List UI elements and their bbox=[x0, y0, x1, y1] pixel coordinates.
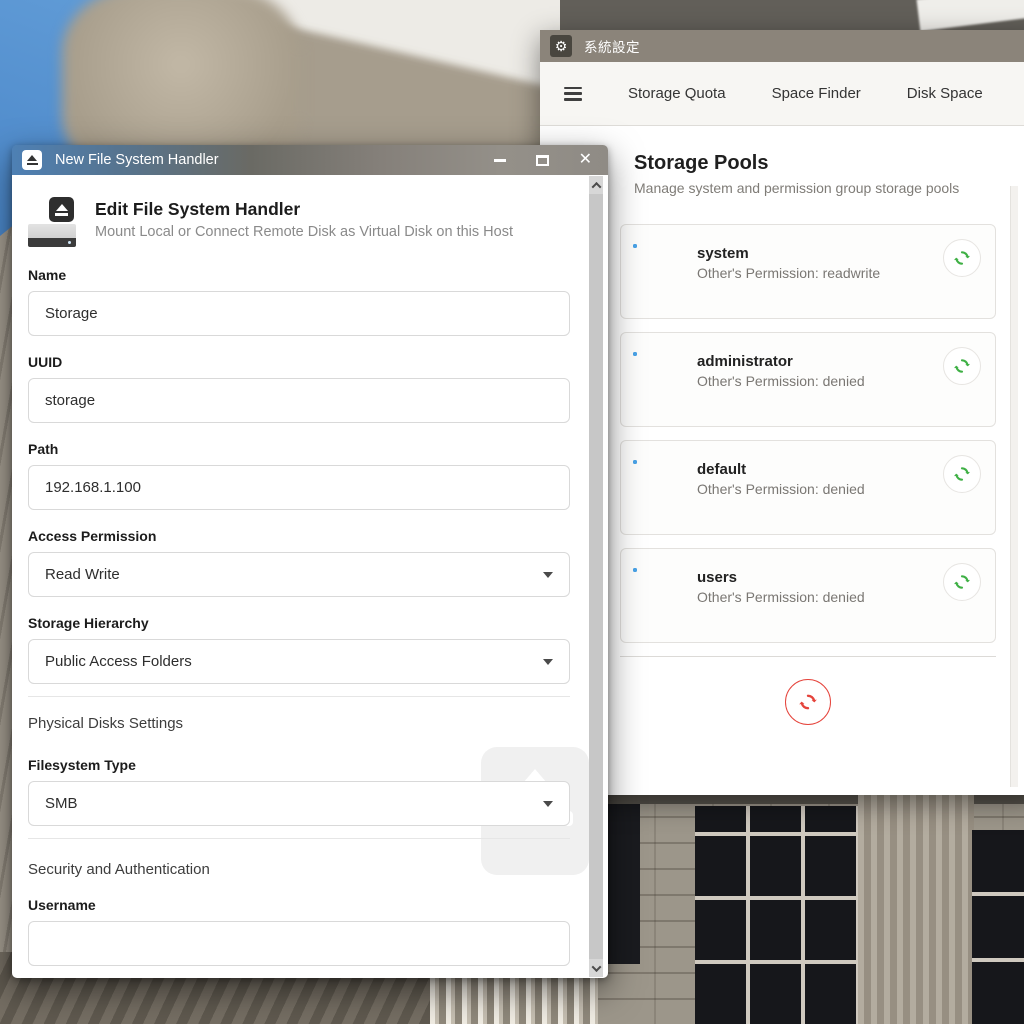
refresh-icon bbox=[797, 691, 819, 713]
name-input[interactable] bbox=[28, 291, 570, 336]
refresh-icon bbox=[952, 464, 972, 484]
pool-card-users[interactable]: users Other's Permission: denied bbox=[620, 548, 996, 643]
refresh-icon bbox=[952, 572, 972, 592]
pool-list: system Other's Permission: readwrite adm… bbox=[620, 224, 996, 725]
minimize-icon[interactable] bbox=[494, 159, 506, 162]
page-subtitle: Manage system and permission group stora… bbox=[634, 180, 1024, 196]
refresh-pool-button[interactable] bbox=[943, 455, 981, 493]
dialog-subheading: Mount Local or Connect Remote Disk as Vi… bbox=[95, 224, 513, 240]
settings-window-title: 系統設定 bbox=[584, 36, 640, 56]
section-divider bbox=[28, 696, 570, 697]
dialog-scrollbar[interactable] bbox=[589, 176, 603, 977]
pool-name: users bbox=[697, 569, 865, 586]
username-label: Username bbox=[28, 897, 570, 914]
dialog-body: Edit File System Handler Mount Local or … bbox=[12, 175, 608, 978]
background-window-grid bbox=[695, 806, 860, 1024]
chevron-down-icon bbox=[543, 801, 553, 807]
field-uuid: UUID bbox=[28, 354, 570, 423]
refresh-all-button[interactable] bbox=[785, 679, 831, 725]
section-divider bbox=[28, 838, 570, 839]
uuid-input[interactable] bbox=[28, 378, 570, 423]
refresh-pool-button[interactable] bbox=[943, 347, 981, 385]
scroll-down-icon[interactable] bbox=[589, 959, 603, 977]
background-window-narrow bbox=[972, 830, 1024, 1024]
path-label: Path bbox=[28, 441, 570, 458]
pool-card-administrator[interactable]: administrator Other's Permission: denied bbox=[620, 332, 996, 427]
pool-card-system[interactable]: system Other's Permission: readwrite bbox=[620, 224, 996, 319]
filesystem-type-value: SMB bbox=[45, 795, 78, 812]
settings-scrollbar[interactable] bbox=[1010, 186, 1018, 787]
storage-hierarchy-value: Public Access Folders bbox=[45, 653, 192, 670]
username-input[interactable] bbox=[28, 921, 570, 966]
settings-titlebar[interactable]: ⚙ 系統設定 bbox=[540, 30, 1024, 62]
pool-text: users Other's Permission: denied bbox=[697, 569, 865, 605]
refresh-icon bbox=[952, 248, 972, 268]
pool-permission: Other's Permission: denied bbox=[697, 373, 865, 389]
access-permission-select[interactable]: Read Write bbox=[28, 552, 570, 597]
pool-list-divider bbox=[620, 656, 996, 657]
dialog-heading: Edit File System Handler bbox=[95, 199, 513, 220]
name-label: Name bbox=[28, 267, 570, 284]
uuid-label: UUID bbox=[28, 354, 570, 371]
refresh-icon bbox=[952, 356, 972, 376]
desktop: ⚙ 系統設定 Storage Quota Space Finder Disk S… bbox=[0, 0, 1024, 1024]
field-path: Path bbox=[28, 441, 570, 510]
gear-icon: ⚙ bbox=[550, 35, 572, 57]
chevron-down-icon bbox=[543, 659, 553, 665]
pool-name: administrator bbox=[697, 353, 865, 370]
pool-text: system Other's Permission: readwrite bbox=[697, 245, 880, 281]
path-input[interactable] bbox=[28, 465, 570, 510]
file-system-handler-dialog: New File System Handler ✕ Edit File Syst… bbox=[12, 145, 608, 978]
page-title: Storage Pools bbox=[634, 152, 1024, 175]
pool-permission: Other's Permission: denied bbox=[697, 589, 865, 605]
tab-disk-space[interactable]: Disk Space bbox=[907, 85, 983, 102]
filesystem-type-label: Filesystem Type bbox=[28, 757, 570, 774]
pool-permission: Other's Permission: readwrite bbox=[697, 265, 880, 281]
tab-space-finder[interactable]: Space Finder bbox=[772, 85, 861, 102]
settings-content: Storage Pools Manage system and permissi… bbox=[540, 126, 1024, 795]
field-username: Username bbox=[28, 897, 570, 966]
settings-toolbar: Storage Quota Space Finder Disk Space bbox=[540, 62, 1024, 126]
field-storage-hierarchy: Storage Hierarchy Public Access Folders bbox=[28, 615, 570, 684]
disk-eject-icon bbox=[28, 197, 82, 249]
tab-storage-quota[interactable]: Storage Quota bbox=[628, 85, 726, 102]
section-physical-disks: Physical Disks Settings bbox=[28, 715, 570, 733]
access-permission-label: Access Permission bbox=[28, 528, 570, 545]
close-icon[interactable]: ✕ bbox=[579, 152, 592, 168]
pool-card-default[interactable]: default Other's Permission: denied bbox=[620, 440, 996, 535]
hamburger-menu-icon[interactable] bbox=[564, 87, 582, 101]
window-controls: ✕ bbox=[494, 152, 592, 168]
pool-name: system bbox=[697, 245, 880, 262]
storage-hierarchy-label: Storage Hierarchy bbox=[28, 615, 570, 632]
eject-disk-icon bbox=[22, 150, 42, 170]
access-permission-value: Read Write bbox=[45, 566, 120, 583]
filesystem-type-select[interactable]: SMB bbox=[28, 781, 570, 826]
background-fluted-pier bbox=[858, 795, 974, 1024]
dialog-title: New File System Handler bbox=[55, 152, 494, 168]
refresh-pool-button[interactable] bbox=[943, 563, 981, 601]
field-filesystem-type: Filesystem Type SMB bbox=[28, 757, 570, 826]
dialog-header: Edit File System Handler Mount Local or … bbox=[28, 197, 570, 249]
field-access-permission: Access Permission Read Write bbox=[28, 528, 570, 597]
scroll-up-icon[interactable] bbox=[589, 176, 603, 194]
settings-window: ⚙ 系統設定 Storage Quota Space Finder Disk S… bbox=[540, 30, 1024, 795]
refresh-pool-button[interactable] bbox=[943, 239, 981, 277]
dialog-titlebar[interactable]: New File System Handler ✕ bbox=[12, 145, 608, 175]
chevron-down-icon bbox=[543, 572, 553, 578]
pool-text: default Other's Permission: denied bbox=[697, 461, 865, 497]
storage-hierarchy-select[interactable]: Public Access Folders bbox=[28, 639, 570, 684]
pool-name: default bbox=[697, 461, 865, 478]
pool-permission: Other's Permission: denied bbox=[697, 481, 865, 497]
field-name: Name bbox=[28, 267, 570, 336]
pool-text: administrator Other's Permission: denied bbox=[697, 353, 865, 389]
maximize-icon[interactable] bbox=[536, 155, 549, 166]
section-security: Security and Authentication bbox=[28, 861, 570, 879]
background-window bbox=[606, 804, 640, 964]
